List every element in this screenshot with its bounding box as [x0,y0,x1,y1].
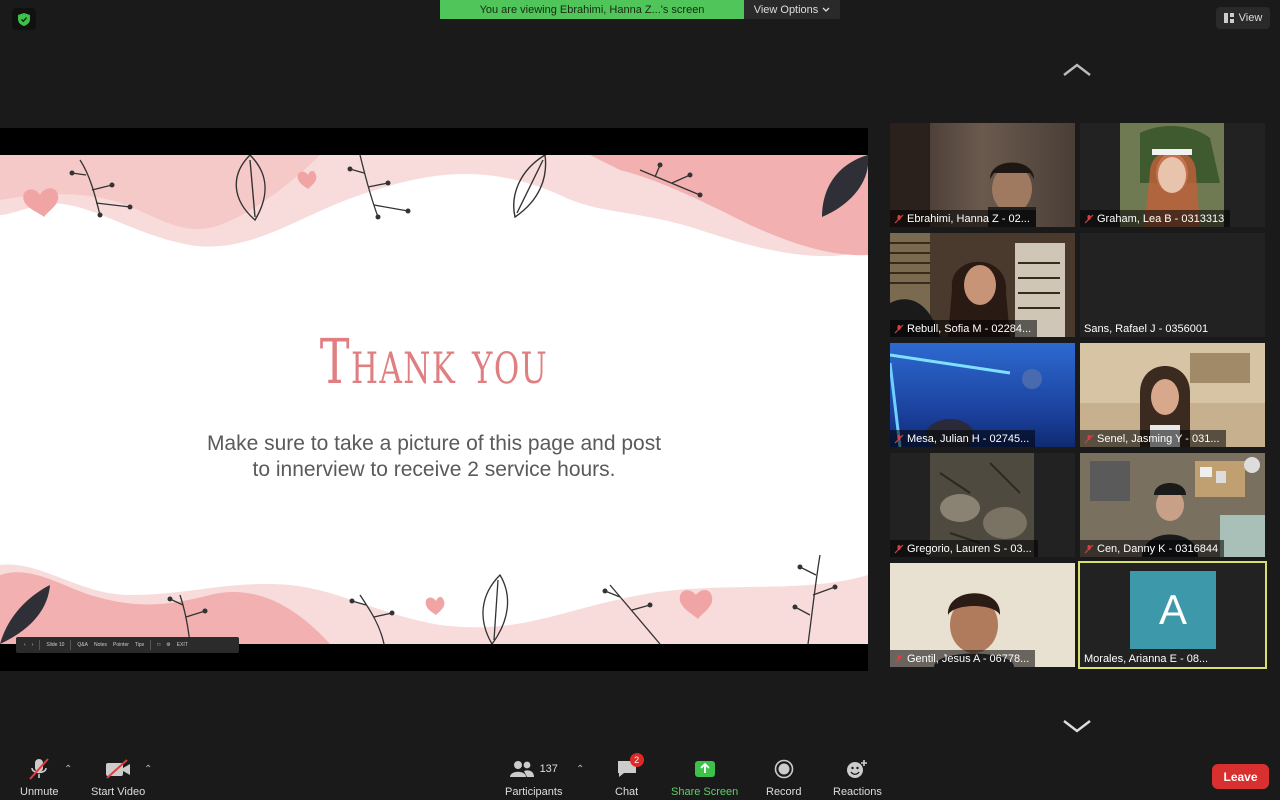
tips-button[interactable]: Tips [135,642,144,648]
slide-body-line-1: Make sure to take a picture of this page… [206,432,662,455]
slideshow-toolbar: ‹ › Slide 10 Q&A Notes Pointer Tips □ ⚙ … [16,637,239,653]
participant-name: Gentil, Jesus A - 06778... [907,652,1030,665]
participant-tile[interactable]: Gregorio, Lauren S - 03... [890,453,1075,557]
share-screen-button[interactable]: Share Screen [671,756,738,798]
viewing-banner: You are viewing Ebrahimi, Hanna Z...'s s… [440,0,840,19]
participant-tile[interactable]: Ebrahimi, Hanna Z - 02... [890,123,1075,227]
participant-tile[interactable]: Graham, Lea B - 0313313 [1080,123,1265,227]
share-screen-icon [694,761,715,777]
muted-mic-icon [894,214,904,223]
participant-name: Senel, Jasming Y - 031... [1097,432,1220,445]
record-icon [774,759,794,779]
reactions-label: Reactions [833,786,882,798]
muted-mic-icon [1084,544,1094,553]
record-button[interactable]: Record [766,756,801,798]
prev-slide-icon[interactable]: ‹ [24,642,26,648]
notes-button[interactable]: Notes [94,642,107,648]
view-options-label: View Options [753,3,819,16]
participant-tile[interactable]: Mesa, Julian H - 02745... [890,343,1075,447]
unmute-button[interactable]: Unmute [20,756,59,798]
participant-name: Rebull, Sofia M - 02284... [907,322,1032,335]
zoom-meeting-window: You are viewing Ebrahimi, Hanna Z...'s s… [0,0,1280,800]
gallery-prev-page-icon[interactable] [1062,62,1092,83]
muted-mic-icon [894,544,904,553]
participant-name-label: Morales, Arianna E - 08... [1080,650,1214,667]
record-label: Record [766,786,802,798]
view-options-button[interactable]: View Options [744,0,840,19]
video-off-icon [106,759,131,779]
security-shield-icon[interactable] [12,8,36,30]
toolbar-divider [70,640,72,650]
participant-name-label: Cen, Danny K - 0316844 [1080,540,1225,557]
participant-name: Morales, Arianna E - 08... [1084,652,1209,665]
participant-name: Sans, Rafael J - 0356001 [1084,322,1209,335]
start-video-label: Start Video [91,786,146,798]
audio-options-chevron-icon[interactable]: ⌃ [64,764,72,775]
gallery-next-page-icon[interactable] [1062,718,1092,739]
grid-icon [1223,13,1234,23]
chat-label: Chat [615,786,639,798]
view-layout-button[interactable]: View [1216,7,1270,29]
chat-unread-badge: 2 [629,753,644,767]
muted-mic-icon [894,654,904,663]
participant-tile[interactable]: Senel, Jasming Y - 031... [1080,343,1265,447]
participant-name-label: Ebrahimi, Hanna Z - 02... [890,210,1036,227]
participant-name: Ebrahimi, Hanna Z - 02... [907,212,1030,225]
next-slide-icon[interactable]: › [32,642,34,648]
video-options-chevron-icon[interactable]: ⌃ [144,764,152,775]
participant-tile[interactable]: Cen, Danny K - 0316844 [1080,453,1265,557]
fullscreen-icon[interactable]: □ [157,642,160,648]
participants-count: 137 [539,763,558,775]
toolbar-divider [150,640,152,650]
participant-name: Cen, Danny K - 0316844 [1097,542,1219,555]
slide-body-line-2: to innerview to receive 2 service hours. [252,458,616,481]
participant-name-label: Mesa, Julian H - 02745... [890,430,1036,447]
meeting-toolbar: Unmute ⌃ Start Video ⌃ 137 Participants … [0,752,1280,800]
chat-button[interactable]: 2 Chat [615,753,644,798]
settings-icon[interactable]: ⚙ [166,642,170,648]
qa-button[interactable]: Q&A [77,642,88,648]
participant-name-label: Rebull, Sofia M - 02284... [890,320,1038,337]
muted-mic-icon [894,434,904,443]
participant-avatar: A [1130,571,1216,649]
viewing-text: You are viewing Ebrahimi, Hanna Z...'s s… [440,0,744,19]
participant-name: Gregorio, Lauren S - 03... [907,542,1032,555]
start-video-button[interactable]: Start Video [91,756,145,798]
muted-mic-icon [894,324,904,333]
muted-mic-icon [1084,214,1094,223]
slide-decoration [0,155,868,644]
participant-name-label: Gregorio, Lauren S - 03... [890,540,1038,557]
reactions-button[interactable]: Reactions [833,756,882,798]
exit-button[interactable]: EXIT [177,642,188,648]
participant-tile-active-speaker[interactable]: A Morales, Arianna E - 08... [1078,561,1267,669]
slide-body: Make sure to take a picture of this page… [0,431,868,483]
participants-label: Participants [505,786,563,798]
participant-name-label: Gentil, Jesus A - 06778... [890,650,1036,667]
presentation-slide: Thank you Make sure to take a picture of… [0,155,868,644]
slide-number[interactable]: Slide 10 [46,642,64,648]
participants-button[interactable]: 137 Participants [505,756,562,798]
pointer-button[interactable]: Pointer [113,642,129,648]
slide-title: Thank you [319,325,549,398]
leave-meeting-button[interactable]: Leave [1212,764,1269,789]
participant-name-label: Graham, Lea B - 0313313 [1080,210,1231,227]
toolbar-divider [39,640,41,650]
unmute-label: Unmute [20,786,59,798]
participants-options-chevron-icon[interactable]: ⌃ [576,764,584,775]
chevron-down-icon [822,7,830,12]
participant-name-label: Senel, Jasming Y - 031... [1080,430,1226,447]
participant-tile[interactable]: Rebull, Sofia M - 02284... [890,233,1075,337]
participant-name-label: Sans, Rafael J - 0356001 [1080,320,1214,337]
participant-tile[interactable]: Gentil, Jesus A - 06778... [890,563,1075,667]
participant-name: Graham, Lea B - 0313313 [1097,212,1225,225]
shared-screen: Thank you Make sure to take a picture of… [0,128,868,671]
participant-name: Mesa, Julian H - 02745... [907,432,1030,445]
participant-tile[interactable]: Sans, Rafael J - 0356001 [1080,233,1265,337]
muted-mic-icon [1084,434,1094,443]
reactions-smiley-icon [847,760,868,778]
muted-mic-icon [29,758,50,780]
view-label: View [1238,12,1263,24]
participants-icon [509,761,534,777]
share-screen-label: Share Screen [671,786,739,798]
